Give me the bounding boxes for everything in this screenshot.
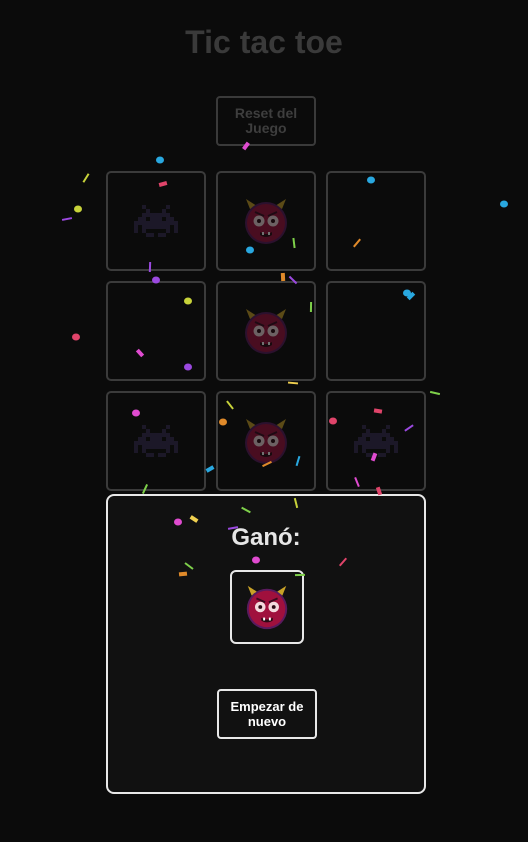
confetti-piece <box>500 200 508 208</box>
board-cell-1[interactable] <box>106 171 206 271</box>
devil-icon <box>246 585 288 630</box>
winner-modal: Ganó: Empezar de nuevo <box>106 494 426 794</box>
confetti-piece <box>82 173 90 183</box>
game-board <box>106 171 426 491</box>
restart-button[interactable]: Empezar de nuevo <box>217 689 317 739</box>
confetti-piece <box>156 156 164 164</box>
page-title: Tic tac toe <box>185 24 343 60</box>
confetti-piece <box>72 333 80 341</box>
board-cell-4[interactable] <box>106 281 206 381</box>
board-cell-5[interactable] <box>216 281 316 381</box>
board-cell-6[interactable] <box>326 281 426 381</box>
devil-icon <box>245 199 287 244</box>
invader-icon <box>134 205 178 237</box>
invader-icon <box>354 425 398 457</box>
board-cell-9[interactable] <box>326 391 426 491</box>
board-cell-8[interactable] <box>216 391 316 491</box>
board-cell-7[interactable] <box>106 391 206 491</box>
confetti-piece <box>61 217 73 221</box>
reset-game-button[interactable]: Reset del Juego <box>216 96 316 146</box>
board-cell-3[interactable] <box>326 171 426 271</box>
invader-icon <box>134 425 178 457</box>
game-screen: Tic tac toe Reset del Juego Ganó: Empeza… <box>0 0 528 842</box>
winner-label: Ganó: <box>231 524 301 551</box>
confetti-piece <box>429 390 441 396</box>
board-cell-2[interactable] <box>216 171 316 271</box>
devil-icon <box>245 309 287 354</box>
confetti-piece <box>74 205 82 213</box>
devil-icon <box>245 419 287 464</box>
winner-piece-box <box>230 570 304 644</box>
